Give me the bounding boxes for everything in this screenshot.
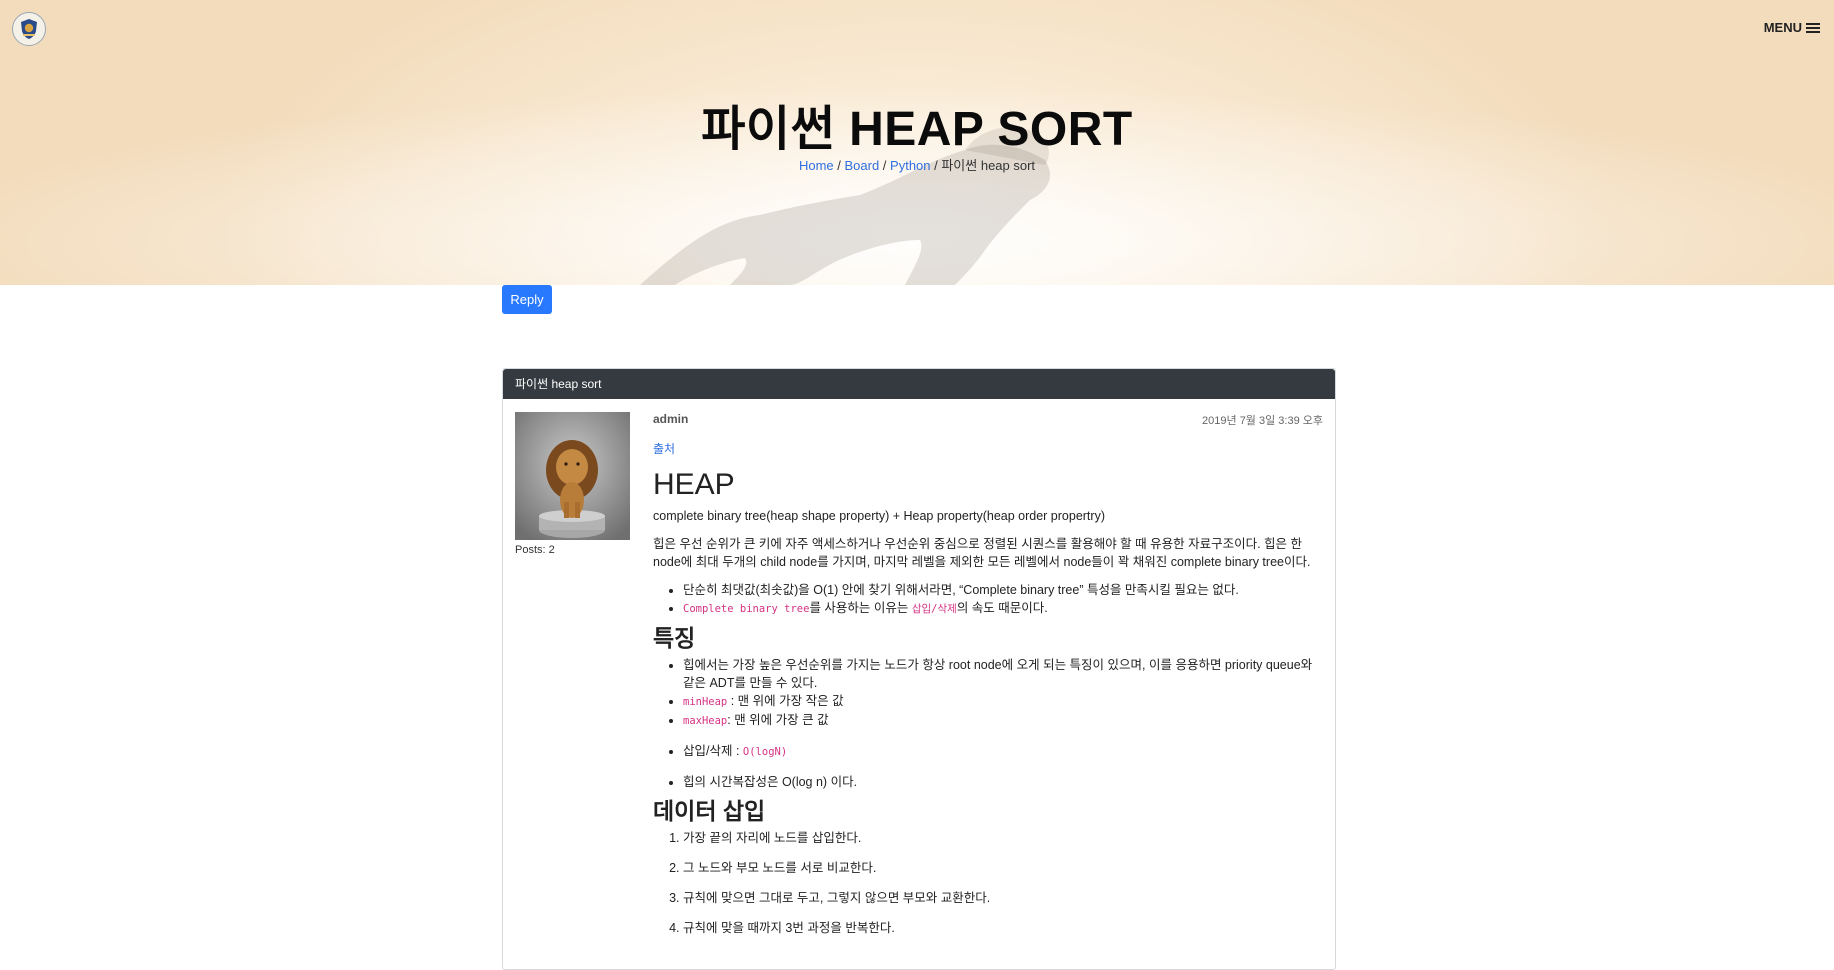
list-item: 가장 끝의 자리에 노드를 삽입한다. [683,829,1323,847]
code-snippet: maxHeap [683,715,728,727]
list-item: 규칙에 맞으면 그대로 두고, 그렇지 않으면 부모와 교환한다. [683,889,1323,907]
code-snippet: O(logN) [742,746,788,758]
page-title: 파이썬 HEAP SORT [701,103,1133,156]
menu-button[interactable]: MENU [1764,20,1820,35]
post-date: 2019년 7월 3일 3:39 오후 [1202,415,1323,427]
hamburger-icon [1806,22,1820,33]
list-item: 단순히 최댓값(최솟값)을 O(1) 안에 찾기 위해서라면, “Complet… [683,581,1323,599]
list-item-text: 를 사용하는 이유는 [809,601,912,615]
list-item-text: 의 속도 때문이다. [956,601,1048,615]
post-heading: HEAP [653,468,735,501]
bullet-list-1: 단순히 최댓값(최솟값)을 O(1) 안에 찾기 위해서라면, “Complet… [653,581,1323,618]
lion-crest-icon [21,19,37,39]
list-item: 힙의 시간복잡성은 O(log n) 이다. [683,773,1323,791]
breadcrumb-python-link[interactable]: Python [890,158,930,173]
hero-banner: MENU 파이썬 HEAP SORT Home / Board / Python… [0,0,1834,285]
list-item: maxHeap: 맨 위에 가장 큰 값 [683,711,1323,730]
code-snippet: 삽입/삭제 [911,603,957,615]
description-text: 힙은 우선 순위가 큰 키에 자주 액세스하거나 우선순위 중심으로 정렬된 시… [653,537,1311,569]
intro-text: complete binary tree(heap shape property… [653,509,1105,523]
code-snippet: minHeap [683,696,728,708]
reply-button[interactable]: Reply [502,285,552,314]
breadcrumb-separator: / [879,158,891,173]
list-item: Complete binary tree를 사용하는 이유는 삽입/삭제의 속도… [683,599,1323,618]
features-heading: 특징 [653,625,696,651]
post-content: admin 2019년 7월 3일 3:39 오후 출처 HEAP comple… [653,412,1323,949]
list-item-text: : 맨 위에 가장 큰 값 [727,713,829,727]
author-name[interactable]: admin [653,412,688,430]
list-item: 그 노드와 부모 노드를 서로 비교한다. [683,859,1323,877]
breadcrumb-separator: / [833,158,845,173]
post-card-title: 파이썬 heap sort [503,369,1335,399]
insert-heading: 데이터 삽입 [653,798,766,824]
list-item: minHeap : 맨 위에 가장 작은 값 [683,692,1323,711]
features-list: 힙에서는 가장 높은 우선순위를 가지는 노드가 항상 root node에 오… [653,656,1323,791]
author-post-count: Posts: 2 [515,544,555,556]
site-logo[interactable] [12,12,46,46]
author-panel: Posts: 2 [515,412,630,556]
list-item: 힙에서는 가장 높은 우선순위를 가지는 노드가 항상 root node에 오… [683,656,1323,692]
code-snippet: Complete binary tree [683,603,810,615]
list-item: 규칙에 맞을 때까지 3번 과정을 반복한다. [683,919,1323,937]
post-meta: admin 2019년 7월 3일 3:39 오후 [653,412,1323,430]
list-item-text: : 맨 위에 가장 작은 값 [727,694,844,708]
breadcrumb: Home / Board / Python / 파이썬 heap sort [0,155,1834,174]
breadcrumb-current: / 파이썬 heap sort [930,158,1036,173]
post-card: 파이썬 heap sort Posts: 2 admin 2019년 7월 3일… [502,368,1336,970]
list-item-text: 삽입/삭제 : [683,744,743,758]
menu-label: MENU [1763,20,1802,35]
list-item: 삽입/삭제 : O(logN) [683,742,1323,761]
insert-steps-list: 가장 끝의 자리에 노드를 삽입한다. 그 노드와 부모 노드를 서로 비교한다… [653,829,1323,937]
breadcrumb-board-link[interactable]: Board [844,158,879,173]
avatar [515,412,630,540]
source-link[interactable]: 출처 [653,440,1323,457]
breadcrumb-home-link[interactable]: Home [799,158,834,173]
